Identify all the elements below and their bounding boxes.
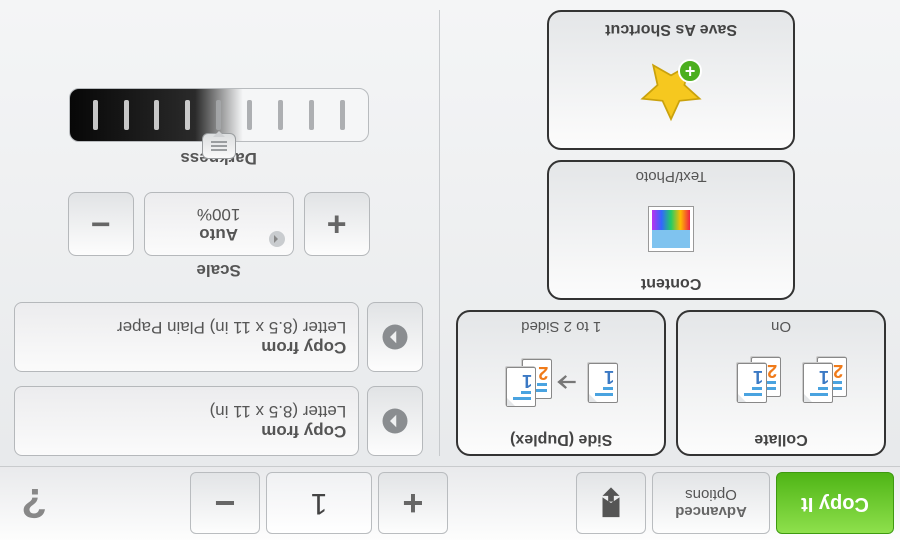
arrow-right-icon bbox=[552, 368, 582, 398]
column-divider bbox=[439, 10, 440, 456]
copy-to-row: Copy from Letter (8.5 x 11 in) Plain Pap… bbox=[14, 302, 423, 372]
copy-from-go-button[interactable] bbox=[367, 386, 423, 456]
duplex-value: 1 to 2 Sided bbox=[521, 318, 601, 335]
content-art bbox=[557, 185, 785, 274]
count-plus-button[interactable]: + bbox=[378, 473, 448, 535]
scale-label: Scale bbox=[196, 260, 240, 280]
darkness-section: Darkness bbox=[14, 88, 423, 168]
copy-count-value: 1 bbox=[311, 487, 328, 521]
copy-to-title: Copy from bbox=[27, 337, 346, 357]
collate-art: 2 1 2 1 bbox=[686, 335, 876, 430]
duplex-art: 1 2 1 bbox=[466, 335, 656, 430]
right-column: Copy from Letter (8.5 x 11 in) Copy from… bbox=[14, 10, 423, 456]
scale-plus-button[interactable]: + bbox=[304, 192, 370, 256]
bookmark-down-icon bbox=[594, 487, 628, 521]
scale-value-box[interactable]: Auto 100% bbox=[144, 192, 294, 256]
copy-from-value: Letter (8.5 x 11 in) bbox=[27, 401, 346, 421]
shortcut-label: Save As Shortcut bbox=[605, 20, 737, 38]
circle-arrow-right-icon bbox=[380, 406, 410, 436]
copy-count-field[interactable]: 1 bbox=[266, 473, 372, 535]
darkness-thumb[interactable] bbox=[202, 133, 236, 159]
collate-value: On bbox=[771, 318, 791, 335]
bookmark-button[interactable] bbox=[576, 473, 646, 535]
help-button[interactable]: ? bbox=[6, 473, 62, 535]
count-minus-button[interactable]: − bbox=[190, 473, 260, 535]
scale-section: Scale + Auto 100% − bbox=[14, 192, 423, 280]
content-label: Content bbox=[641, 274, 701, 292]
scale-value: 100% bbox=[197, 204, 240, 224]
collate-card[interactable]: Collate 2 1 2 1 On bbox=[676, 310, 886, 456]
photo-icon bbox=[648, 207, 694, 253]
copy-to-value: Letter (8.5 x 11 in) Plain Paper bbox=[27, 317, 346, 337]
duplex-card[interactable]: Side (Duplex) 1 2 1 1 to 2 Sided bbox=[456, 310, 666, 456]
shortcut-art: + bbox=[557, 38, 785, 142]
content-value: Text/Photo bbox=[636, 168, 707, 185]
advanced-l2: Options bbox=[685, 487, 737, 504]
copy-from-title: Copy from bbox=[27, 421, 346, 441]
scale-mode: Auto bbox=[199, 224, 238, 244]
copy-to-box[interactable]: Copy from Letter (8.5 x 11 in) Plain Pap… bbox=[14, 302, 359, 372]
save-shortcut-card[interactable]: + Save As Shortcut bbox=[547, 10, 795, 150]
main-area: Collate 2 1 2 1 On Side (Duplex) 1 bbox=[0, 0, 900, 466]
copy-it-button[interactable]: Copy It bbox=[776, 473, 894, 535]
content-card[interactable]: Content Text/Photo bbox=[547, 160, 795, 300]
collate-label: Collate bbox=[754, 430, 807, 448]
scale-reset-icon bbox=[269, 231, 285, 247]
copy-to-go-button[interactable] bbox=[367, 302, 423, 372]
duplex-label: Side (Duplex) bbox=[510, 430, 612, 448]
scale-minus-button[interactable]: − bbox=[68, 192, 134, 256]
add-plus-icon: + bbox=[678, 59, 702, 83]
top-toolbar: Copy It Advanced Options + 1 − ? bbox=[0, 466, 900, 540]
copy-from-row: Copy from Letter (8.5 x 11 in) bbox=[14, 386, 423, 456]
darkness-slider[interactable] bbox=[69, 88, 369, 142]
advanced-l1: Advanced bbox=[675, 504, 747, 521]
circle-arrow-right-icon bbox=[380, 322, 410, 352]
copy-from-box[interactable]: Copy from Letter (8.5 x 11 in) bbox=[14, 386, 359, 456]
advanced-options-button[interactable]: Advanced Options bbox=[652, 473, 770, 535]
copy-it-label: Copy It bbox=[801, 492, 869, 515]
left-column: Collate 2 1 2 1 On Side (Duplex) 1 bbox=[456, 10, 886, 456]
